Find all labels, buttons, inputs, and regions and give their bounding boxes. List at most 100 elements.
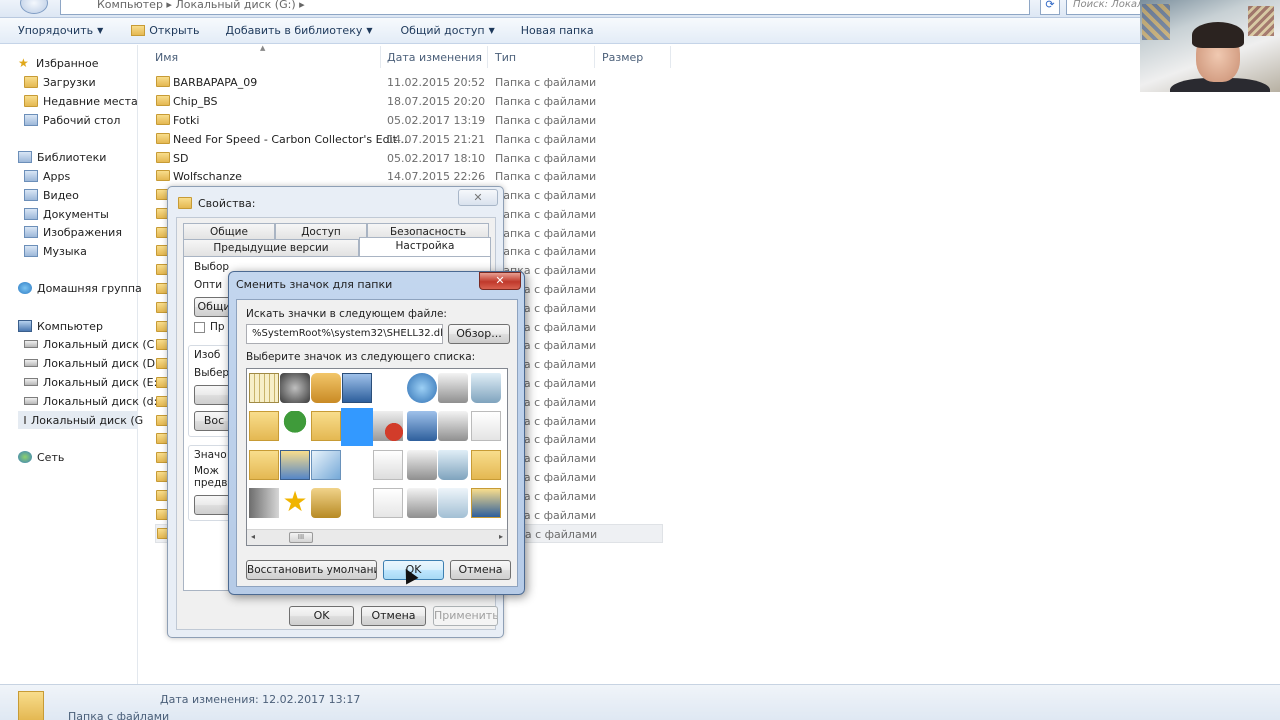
printer-plus-icon[interactable]	[407, 488, 437, 518]
star-icon[interactable]: ★	[280, 488, 310, 518]
folder-hdd-icon[interactable]	[249, 411, 279, 441]
nav-images[interactable]: Изображения	[24, 223, 122, 241]
column-name[interactable]: Имя	[155, 51, 178, 64]
nav-favorites[interactable]: ★ Избранное	[18, 54, 98, 72]
nav-drive-d[interactable]: Локальный диск (D	[24, 354, 155, 372]
monitor-settings-icon[interactable]	[280, 373, 310, 403]
nav-drive-c[interactable]: Локальный диск (C	[24, 335, 154, 353]
nav-apps[interactable]: Apps	[24, 167, 70, 185]
add-library-button[interactable]: Добавить в библиотеку ▼	[226, 24, 373, 37]
tree-icon[interactable]	[280, 411, 310, 441]
recycle-bin-empty-icon[interactable]	[438, 488, 468, 518]
folder-icon	[156, 152, 170, 163]
column-size[interactable]: Размер	[602, 51, 643, 64]
file-row[interactable]: Chip_BS 18.07.2015 20:20 Папка с файлами	[155, 92, 663, 111]
search-globe-icon[interactable]	[407, 373, 437, 403]
address-field[interactable]: Компьютер ▸ Локальный диск (G:) ▸	[60, 0, 1030, 15]
nav-downloads[interactable]: Загрузки	[24, 73, 96, 91]
nav-computer[interactable]: Компьютер	[18, 317, 103, 335]
drive-icon	[24, 416, 26, 424]
apps-library-icon	[24, 170, 38, 182]
folder-icon	[156, 170, 170, 181]
column-divider[interactable]	[380, 46, 381, 68]
share-button[interactable]: Общий доступ ▼	[401, 24, 495, 37]
tab-previous-versions[interactable]: Предыдущие версии	[183, 239, 359, 257]
search-input[interactable]: Поиск: Локаль	[1066, 0, 1142, 15]
nav-label: Сеть	[37, 450, 65, 464]
nav-video[interactable]: Видео	[24, 186, 79, 204]
nav-drive-e[interactable]: Локальный диск (E:	[24, 373, 157, 391]
network-icon[interactable]	[407, 411, 437, 441]
folder-warning-icon[interactable]	[471, 450, 501, 480]
empty-icon-slot[interactable]	[373, 373, 403, 403]
computer-settings-icon[interactable]	[342, 373, 372, 403]
apply-subfolders-checkbox[interactable]	[194, 322, 205, 333]
tab-customize[interactable]: Настройка	[359, 237, 491, 257]
nav-recent[interactable]: Недавние места	[24, 92, 138, 110]
close-button[interactable]: ✕	[458, 189, 498, 206]
nav-drive-d2[interactable]: Локальный диск (d:	[24, 392, 157, 410]
ok-button[interactable]: OK	[289, 606, 354, 626]
close-button[interactable]: ✕	[479, 272, 521, 290]
folder-screen-icon[interactable]	[471, 488, 501, 518]
recycle-bin-full-icon[interactable]	[471, 373, 501, 403]
refresh-icon[interactable]: ⟳	[1040, 0, 1060, 15]
apply-button[interactable]: Применить	[433, 606, 498, 626]
nav-desktop[interactable]: Рабочий стол	[24, 111, 120, 129]
column-divider[interactable]	[594, 46, 595, 68]
horizontal-scrollbar[interactable]: ◂ III ▸	[247, 529, 507, 545]
new-folder-button[interactable]: Новая папка	[521, 24, 594, 37]
key-icon[interactable]	[311, 373, 341, 403]
video-library-icon	[24, 189, 38, 201]
scroll-right-icon[interactable]: ▸	[499, 532, 503, 541]
selected-blank-icon[interactable]	[341, 408, 373, 446]
file-row[interactable]: SD 05.02.2017 18:10 Папка с файлами	[155, 149, 663, 168]
empty-icon-slot[interactable]	[342, 488, 372, 518]
icon-file-path-input[interactable]: %SystemRoot%\system32\SHELL32.dll	[246, 324, 443, 344]
font-a-icon[interactable]	[249, 450, 279, 480]
cancel-button[interactable]: Отмена	[450, 560, 511, 580]
printer-icon[interactable]	[438, 373, 468, 403]
nav-documents[interactable]: Документы	[24, 205, 109, 223]
file-row[interactable]: Wolfschanze 14.07.2015 22:26 Папка с файла…	[155, 167, 663, 186]
column-divider[interactable]	[670, 46, 671, 68]
organize-button[interactable]: Упорядочить ▼	[18, 24, 103, 37]
nav-music[interactable]: Музыка	[24, 242, 87, 260]
nav-homegroup[interactable]: Домашняя группа	[18, 279, 142, 297]
file-row[interactable]: BARBAPAPA_09 11.02.2015 20:52 Папка с файл…	[155, 73, 663, 92]
folder-arrow-icon[interactable]	[311, 411, 341, 441]
printer-hand-icon[interactable]	[407, 450, 437, 480]
keypad-icon[interactable]	[249, 373, 279, 403]
apply-subfolders-label: Пр	[210, 321, 225, 333]
printer-network-icon[interactable]	[438, 411, 468, 441]
document-warning-icon[interactable]	[471, 411, 501, 441]
scroll-left-icon[interactable]: ◂	[251, 532, 255, 541]
lock-icon[interactable]	[311, 488, 341, 518]
search-document-icon[interactable]	[373, 488, 403, 518]
recycle-bin-icon[interactable]	[438, 450, 468, 480]
file-date: 05.02.2017 18:10	[387, 152, 486, 165]
open-button[interactable]: Открыть	[131, 24, 200, 37]
empty-icon-slot[interactable]	[342, 450, 372, 480]
nav-libraries[interactable]: Библиотеки	[18, 148, 106, 166]
picture-icon[interactable]	[311, 450, 341, 480]
nav-label: Компьютер	[37, 319, 103, 333]
column-divider[interactable]	[487, 46, 488, 68]
file-row[interactable]: Need For Speed - Carbon Collector's Edit…	[155, 130, 663, 149]
server-icon[interactable]	[249, 488, 279, 518]
icon-list[interactable]: ★ ◂ III ▸	[246, 368, 508, 546]
browse-button[interactable]: Обзор...	[448, 324, 510, 344]
pages-icon[interactable]	[373, 450, 403, 480]
cancel-button[interactable]: Отмена	[361, 606, 426, 626]
drive-icon	[24, 359, 38, 367]
drive-error-icon[interactable]	[373, 411, 403, 441]
column-date[interactable]: Дата изменения	[387, 51, 482, 64]
nav-network[interactable]: Сеть	[18, 448, 64, 466]
nav-drive-g[interactable]: Локальный диск (G	[18, 411, 143, 429]
back-button[interactable]	[20, 0, 48, 14]
restore-defaults-button[interactable]: Восстановить умолчания	[246, 560, 377, 580]
file-row[interactable]: Fotki 05.02.2017 13:19 Папка с файлами	[155, 111, 663, 130]
scrollbar-thumb[interactable]: III	[289, 532, 313, 543]
column-type[interactable]: Тип	[495, 51, 516, 64]
computer-screen-icon[interactable]	[280, 450, 310, 480]
